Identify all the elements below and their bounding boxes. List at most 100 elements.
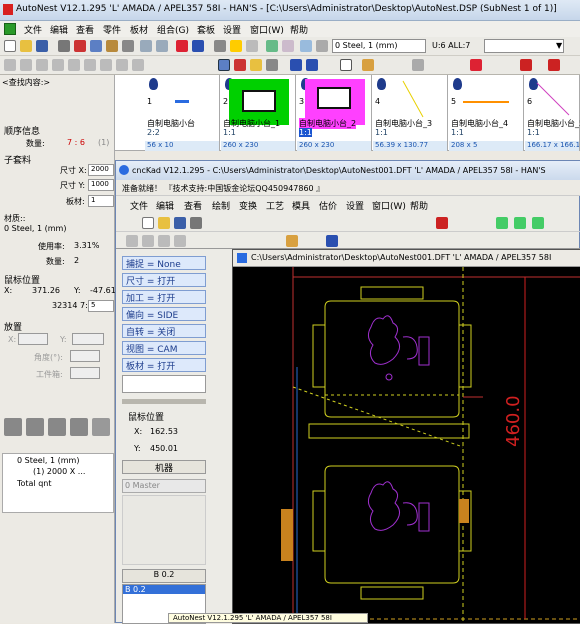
menu-edit[interactable]: 编辑	[50, 23, 68, 36]
layout-icon[interactable]	[230, 40, 242, 52]
dropdown-arrow-icon[interactable]: ▼	[556, 41, 562, 50]
new-icon[interactable]	[4, 40, 16, 52]
cnc-nc-icon[interactable]	[436, 217, 448, 229]
cnc-zoom-icon[interactable]	[496, 217, 508, 229]
cnc-menu-process[interactable]: 工艺	[266, 199, 284, 212]
b-tool-selected-row[interactable]: B 0.2	[123, 585, 205, 594]
mirror-icon[interactable]	[116, 59, 128, 71]
tree-item-material[interactable]: 0 Steel, 1 (mm)	[17, 456, 79, 465]
cut-icon[interactable]	[74, 40, 86, 52]
part-card[interactable]: 3 自制电脑小台_2 1:1 260 x 230	[297, 75, 372, 151]
view-button[interactable]: 视图 = CAM	[122, 341, 206, 355]
copy-icon[interactable]	[90, 40, 102, 52]
process-button[interactable]: 加工 = 打开	[122, 290, 206, 304]
cnc-print-icon[interactable]	[190, 217, 202, 229]
dft-icon[interactable]	[548, 59, 560, 71]
angle-input[interactable]	[70, 350, 100, 362]
align-icon[interactable]	[132, 59, 144, 71]
part-card[interactable]: 2 自制电脑小台_1 1:1 260 x 230	[221, 75, 296, 151]
part-card[interactable]: 6 自制电脑小台_5 1:1 166.17 x 166.1	[525, 75, 580, 151]
nc-icon[interactable]	[520, 59, 532, 71]
menu-nest[interactable]: 套板	[197, 23, 215, 36]
sheet-input[interactable]: 1	[88, 195, 114, 207]
paste-icon[interactable]	[106, 40, 118, 52]
cnc-zoom-fit-icon[interactable]	[532, 217, 544, 229]
sheet-action-icon-4[interactable]	[70, 418, 88, 436]
sheet-button[interactable]: 板材 = 打开	[122, 358, 206, 372]
menu-view[interactable]: 查看	[76, 23, 94, 36]
offset-button[interactable]: 偏向 = SIDE	[122, 307, 206, 321]
arrow-up-icon[interactable]	[52, 59, 64, 71]
dimension-button[interactable]: 尺寸 = 打开	[122, 273, 206, 287]
cross-icon[interactable]	[470, 59, 482, 71]
cnc-menu-draw[interactable]: 绘制	[212, 199, 230, 212]
cnc-line-icon[interactable]	[126, 235, 138, 247]
rect-icon[interactable]	[300, 40, 312, 52]
move-right-icon[interactable]	[84, 59, 96, 71]
arrow-left-icon[interactable]	[4, 59, 16, 71]
undo-icon[interactable]	[140, 40, 152, 52]
save-icon[interactable]	[36, 40, 48, 52]
cnc-menu-transform[interactable]: 变换	[239, 199, 257, 212]
cnc-menu-edit[interactable]: 编辑	[156, 199, 174, 212]
workbox-input[interactable]	[70, 367, 100, 379]
cnc-circle-icon[interactable]	[174, 235, 186, 247]
cnc-menu-settings[interactable]: 设置	[346, 199, 364, 212]
undo-nest-icon[interactable]	[234, 59, 246, 71]
sheet-action-icon-1[interactable]	[4, 418, 22, 436]
cnc-menu-tooling[interactable]: 模具	[292, 199, 310, 212]
list-box[interactable]	[122, 495, 206, 565]
arrow-right-icon[interactable]	[20, 59, 32, 71]
extra-input[interactable]: 5	[88, 300, 114, 312]
grid-icon[interactable]	[176, 40, 188, 52]
place-x-input[interactable]	[18, 333, 48, 345]
sort-icon[interactable]	[92, 418, 110, 436]
cnc-menu-help[interactable]: 帮助	[410, 199, 428, 212]
settings-icon[interactable]	[214, 40, 226, 52]
size-y-input[interactable]: 1000	[88, 179, 114, 191]
target-icon[interactable]	[316, 40, 328, 52]
menu-combine[interactable]: 组合(G)	[157, 23, 189, 36]
empty-select[interactable]	[484, 39, 564, 53]
rotate-icon[interactable]	[100, 59, 112, 71]
cnc-open-icon[interactable]	[158, 217, 170, 229]
move-left-icon[interactable]	[68, 59, 80, 71]
cnc-menu-estimate[interactable]: 估价	[319, 199, 337, 212]
edit-nest-icon[interactable]	[250, 59, 262, 71]
drawing-canvas[interactable]: 460.0	[233, 267, 580, 623]
sheet-action-icon-2[interactable]	[26, 418, 44, 436]
open-icon[interactable]	[20, 40, 32, 52]
cnc-tool-icon[interactable]	[286, 235, 298, 247]
part-card[interactable]: 5 自制电脑小台_4 1:1 208 x 5	[449, 75, 524, 151]
tree-item-sheet[interactable]: (1) 2000 X ...	[33, 467, 85, 476]
cnc-save-icon[interactable]	[174, 217, 186, 229]
menu-help[interactable]: 帮助	[290, 23, 308, 36]
part-card[interactable]: 4 自制电脑小台_3 1:1 56.39 x 130.77	[373, 75, 448, 151]
table-icon[interactable]	[282, 40, 294, 52]
sheet-action-icon-3[interactable]	[48, 418, 66, 436]
cnc-arc-icon[interactable]	[142, 235, 154, 247]
autorotate-button[interactable]: 自转 = 关闭	[122, 324, 206, 338]
cnc-menu-window[interactable]: 窗口(W)	[372, 199, 406, 212]
part-card[interactable]: 1 自制电脑小台 2:2 56 x 10	[145, 75, 220, 151]
delete-icon[interactable]	[122, 40, 134, 52]
menu-window[interactable]: 窗口(W)	[250, 23, 284, 36]
cnc-menu-file[interactable]: 文件	[130, 199, 148, 212]
cnc-punch-icon[interactable]	[326, 235, 338, 247]
refresh-icon[interactable]	[266, 59, 278, 71]
info-icon[interactable]	[192, 40, 204, 52]
cnc-zoom-out-icon[interactable]	[514, 217, 526, 229]
select-icon[interactable]	[218, 59, 230, 71]
frame-icon[interactable]	[246, 40, 258, 52]
pointer-icon[interactable]	[340, 59, 352, 71]
play-icon[interactable]	[290, 59, 302, 71]
magic-icon[interactable]	[412, 59, 424, 71]
tool-icon[interactable]	[362, 59, 374, 71]
sheet-icon[interactable]	[266, 40, 278, 52]
place-y-input[interactable]	[72, 333, 104, 345]
redo-icon[interactable]	[156, 40, 168, 52]
b-tool-header[interactable]: B 0.2	[122, 569, 206, 583]
size-x-input[interactable]: 2000	[88, 164, 114, 176]
cnc-menu-view[interactable]: 查看	[184, 199, 202, 212]
cnc-new-icon[interactable]	[142, 217, 154, 229]
